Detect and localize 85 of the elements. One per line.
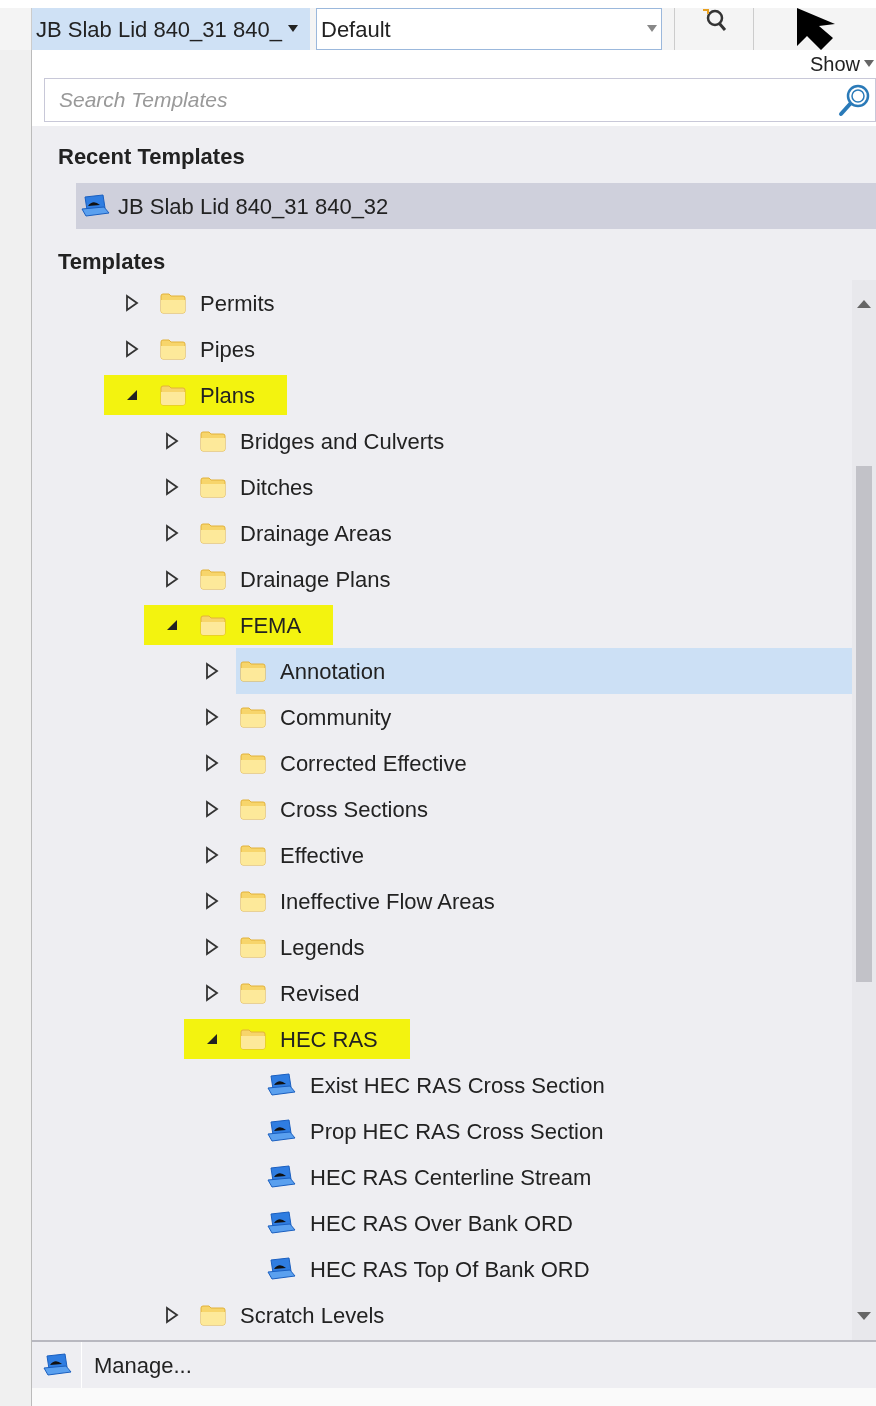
- template-icon: [266, 1165, 296, 1189]
- folder-icon: [160, 292, 186, 314]
- collapse-toggle-icon[interactable]: [205, 1032, 219, 1046]
- expand-toggle-icon[interactable]: [205, 984, 219, 1002]
- folder-icon: [240, 982, 266, 1004]
- expand-toggle-icon[interactable]: [205, 892, 219, 910]
- tree-item-label[interactable]: Exist HEC RAS Cross Section: [310, 1068, 605, 1102]
- tree-item-label[interactable]: Community: [280, 700, 392, 734]
- scrollbar-thumb[interactable]: [856, 466, 872, 982]
- expand-toggle-icon[interactable]: [205, 938, 219, 956]
- template-icon: [266, 1257, 296, 1281]
- folder-icon: [200, 430, 226, 452]
- tree-item-label[interactable]: Plans: [200, 378, 256, 412]
- scroll-up-icon[interactable]: [857, 300, 871, 308]
- template-icon: [266, 1211, 296, 1235]
- tree-item-label[interactable]: Scratch Levels: [240, 1298, 385, 1332]
- folder-icon: [240, 844, 266, 866]
- recent-template-item[interactable]: JB Slab Lid 840_31 840_32: [76, 183, 876, 229]
- folder-icon: [240, 660, 266, 682]
- caret-icon: [864, 60, 874, 68]
- caret-icon: [647, 25, 657, 33]
- expand-toggle-icon[interactable]: [205, 800, 219, 818]
- section-heading: Templates: [58, 249, 166, 274]
- folder-icon: [200, 568, 226, 590]
- expand-toggle-icon[interactable]: [165, 478, 179, 496]
- tree-item-label[interactable]: HEC RAS Over Bank ORD: [310, 1206, 573, 1240]
- tree-item-label[interactable]: Cross Sections: [280, 792, 428, 826]
- template-icon: [266, 1073, 296, 1097]
- folder-icon: [200, 614, 226, 636]
- tree-item-label[interactable]: Ditches: [240, 470, 314, 504]
- tree-item-label[interactable]: Annotation: [280, 654, 386, 688]
- folder-icon: [240, 890, 266, 912]
- expand-toggle-icon[interactable]: [125, 294, 139, 312]
- search-field[interactable]: Search Templates: [44, 78, 876, 122]
- template-dropdown[interactable]: JB Slab Lid 840_31 840_: [32, 8, 310, 50]
- tree-item-label[interactable]: Legends: [280, 930, 365, 964]
- caret-icon: [287, 25, 298, 33]
- tree-item-label[interactable]: Corrected Effective: [280, 746, 467, 780]
- tree-item-label[interactable]: Bridges and Culverts: [240, 424, 445, 458]
- expand-toggle-icon[interactable]: [165, 570, 179, 588]
- folder-icon: [200, 522, 226, 544]
- level-dropdown[interactable]: Default: [316, 8, 662, 50]
- template-icon: [80, 194, 110, 218]
- folder-icon: [160, 384, 186, 406]
- selected-row[interactable]: Annotation: [236, 648, 852, 694]
- tree-item-label[interactable]: FEMA: [240, 608, 302, 642]
- template-icon: [41, 1353, 72, 1377]
- folder-icon: [160, 338, 186, 360]
- folder-icon: [240, 1028, 266, 1050]
- template-icon: [266, 1119, 296, 1143]
- collapse-toggle-icon[interactable]: [125, 388, 139, 402]
- show-menu[interactable]: Show: [809, 49, 874, 79]
- expand-toggle-icon[interactable]: [165, 524, 179, 542]
- scrollbar[interactable]: [852, 280, 876, 1340]
- tree-item-label[interactable]: Ineffective Flow Areas: [280, 884, 495, 918]
- expand-toggle-icon[interactable]: [165, 1306, 179, 1324]
- folder-icon: [200, 476, 226, 498]
- tree-item-label[interactable]: Drainage Areas: [240, 516, 392, 550]
- expand-toggle-icon[interactable]: [125, 340, 139, 358]
- folder-icon: [240, 706, 266, 728]
- tree-item-label[interactable]: Effective: [280, 838, 364, 872]
- template-dropdown-value: JB Slab Lid 840_31 840_: [36, 15, 282, 44]
- folder-icon: [200, 1304, 226, 1326]
- search-icon[interactable]: [838, 83, 872, 117]
- scroll-down-icon[interactable]: [857, 1312, 871, 1320]
- expand-toggle-icon[interactable]: [205, 708, 219, 726]
- expand-toggle-icon[interactable]: [205, 662, 219, 680]
- pointer-icon: [795, 8, 835, 50]
- expand-toggle-icon[interactable]: [165, 432, 179, 450]
- expand-toggle-icon[interactable]: [205, 754, 219, 772]
- folder-icon: [240, 798, 266, 820]
- expand-toggle-icon[interactable]: [205, 846, 219, 864]
- tree-item-label[interactable]: Revised: [280, 976, 360, 1010]
- tree-item-label[interactable]: Permits: [200, 286, 275, 320]
- tree-item-label[interactable]: HEC RAS Centerline Stream: [310, 1160, 592, 1194]
- folder-icon: [240, 752, 266, 774]
- tree-item-label[interactable]: Prop HEC RAS Cross Section: [310, 1114, 604, 1148]
- tree-item-label[interactable]: Pipes: [200, 332, 256, 366]
- manage-button[interactable]: Manage...: [82, 1342, 876, 1388]
- section-heading: Recent Templates: [58, 144, 245, 169]
- folder-icon: [240, 936, 266, 958]
- tree-item-label[interactable]: HEC RAS: [280, 1022, 378, 1056]
- collapse-toggle-icon[interactable]: [165, 618, 179, 632]
- tree-item-label[interactable]: Drainage Plans: [240, 562, 391, 596]
- tree-item-label[interactable]: HEC RAS Top Of Bank ORD: [310, 1252, 590, 1286]
